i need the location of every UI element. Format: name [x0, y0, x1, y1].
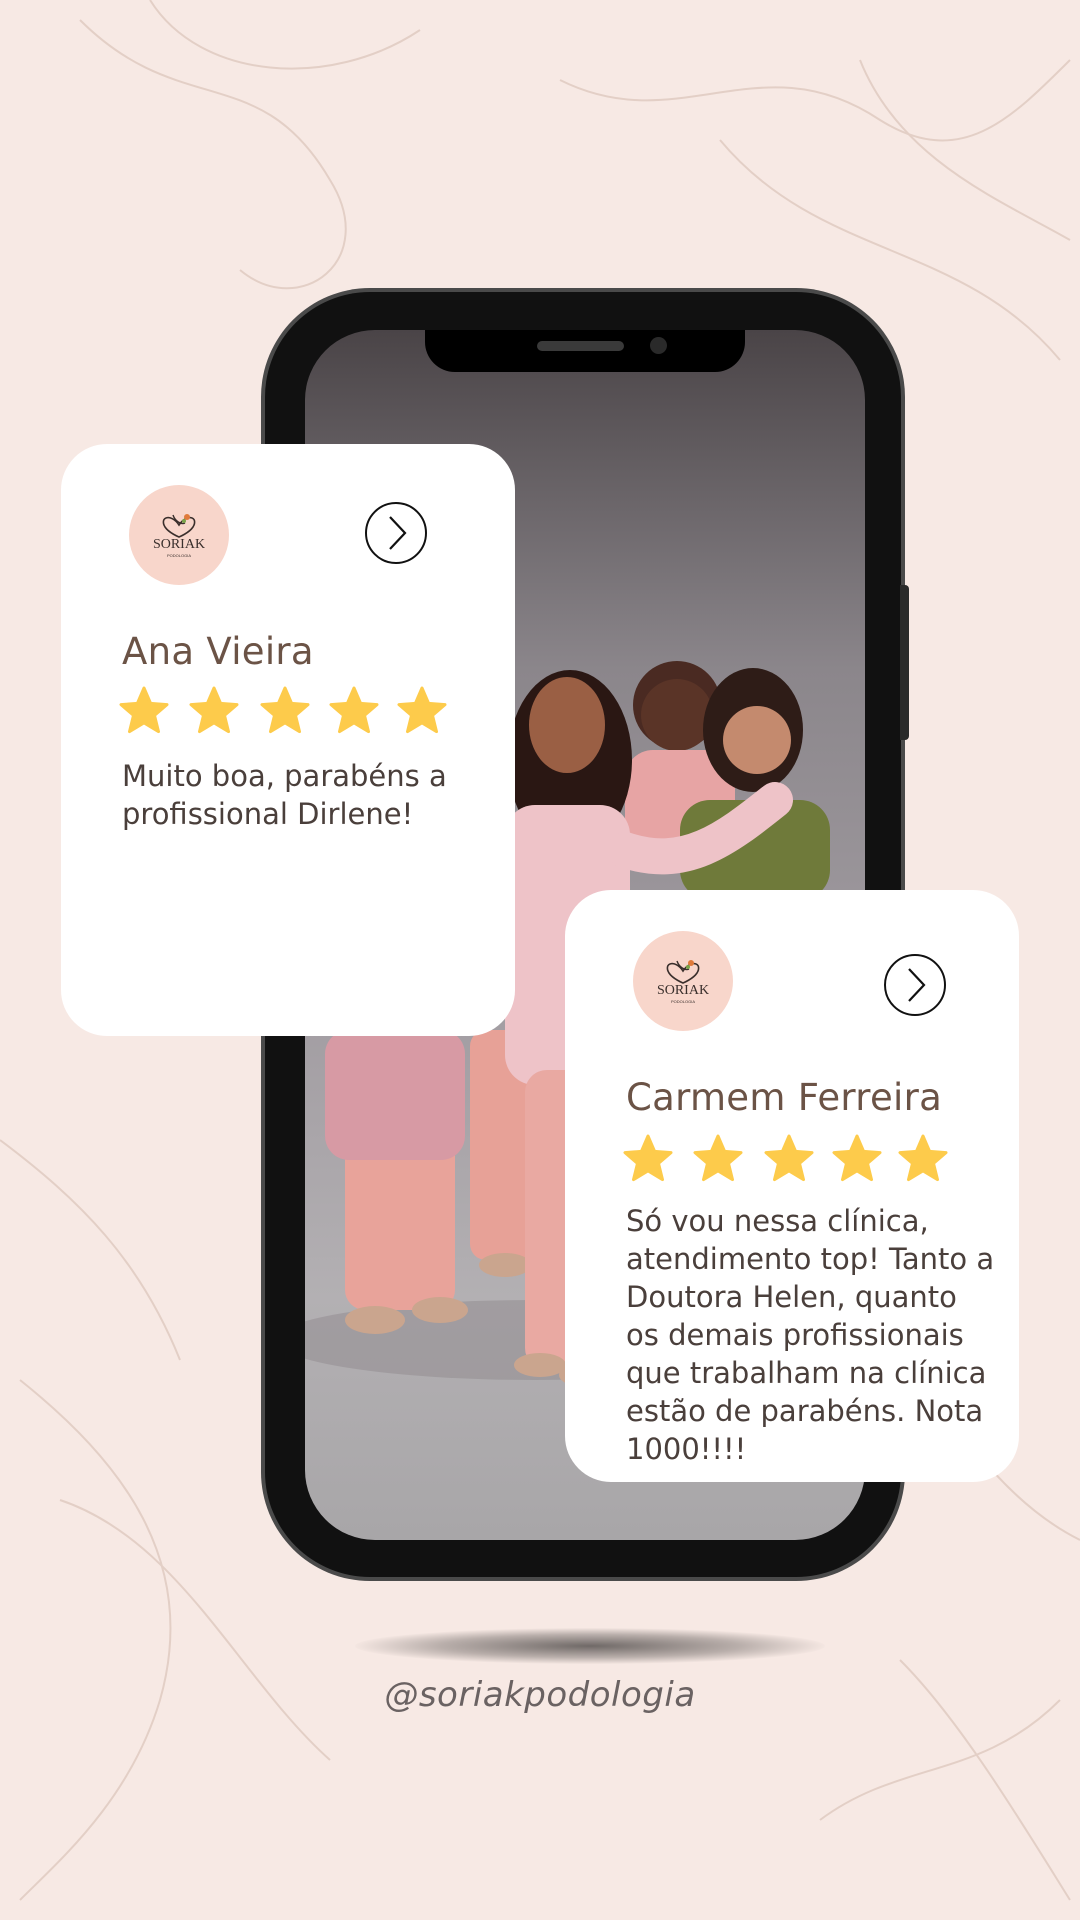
star-icon [623, 1134, 673, 1182]
star-icon [898, 1134, 948, 1182]
review-text: Só vou nessa clínica, atendimento top! T… [626, 1204, 995, 1466]
star-icon [189, 686, 239, 734]
rating-stars [620, 1132, 960, 1188]
reviewer-name: Carmem Ferreira [626, 1076, 943, 1119]
svg-text:SORIAK: SORIAK [657, 983, 709, 998]
brand-logo: SORIAK PODOLOGIA [129, 485, 229, 585]
star-icon [764, 1134, 814, 1182]
phone-camera [650, 337, 667, 354]
review-card: SORIAK PODOLOGIA Carmem Ferreira Só vou … [565, 890, 1019, 1482]
star-icon [260, 686, 310, 734]
chevron-right-icon [389, 516, 407, 550]
review-text: Muito boa, parabéns a profissional Dirle… [122, 759, 447, 831]
star-icon [397, 686, 447, 734]
phone-shadow [355, 1628, 825, 1664]
phone-speaker [537, 341, 624, 351]
reviewer-name: Ana Vieira [122, 630, 314, 673]
next-button[interactable] [884, 954, 946, 1016]
social-handle: @soriakpodologia [384, 1675, 696, 1715]
rating-stars [116, 684, 456, 740]
star-icon [329, 686, 379, 734]
review-card: SORIAK PODOLOGIA Ana Vieira Muito boa, p… [61, 444, 515, 1036]
next-button[interactable] [365, 502, 427, 564]
svg-text:PODOLOGIA: PODOLOGIA [167, 553, 191, 558]
svg-text:SORIAK: SORIAK [153, 537, 205, 552]
phone-notch [425, 330, 745, 372]
brand-logo: SORIAK PODOLOGIA [633, 931, 733, 1031]
star-icon [119, 686, 169, 734]
star-icon [693, 1134, 743, 1182]
svg-text:PODOLOGIA: PODOLOGIA [671, 999, 695, 1004]
star-icon [832, 1134, 882, 1182]
phone-side-button [900, 585, 909, 740]
chevron-right-icon [908, 968, 926, 1002]
